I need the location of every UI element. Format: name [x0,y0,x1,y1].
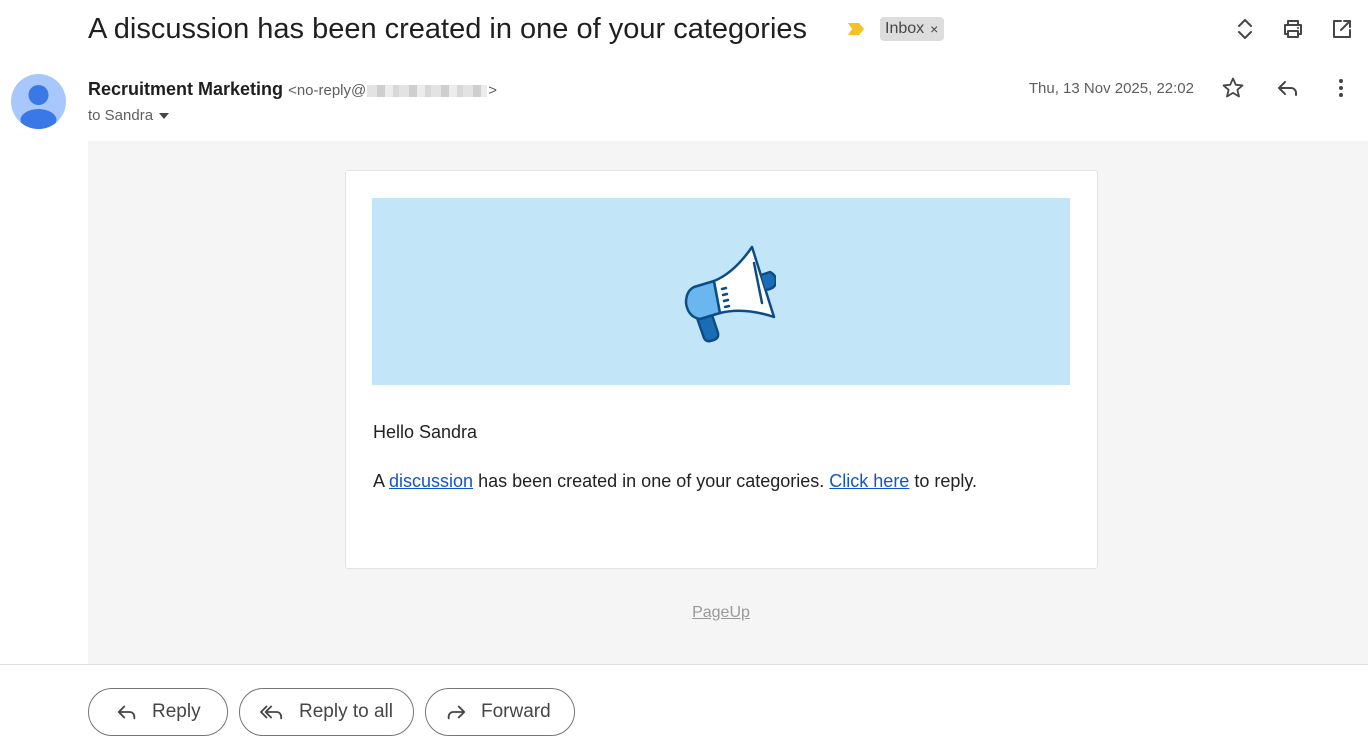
reply-icon[interactable] [1274,74,1302,102]
sender-avatar[interactable] [11,74,66,129]
megaphone-icon [684,245,776,342]
greeting-text: Hello Sandra [373,422,478,442]
expand-collapse-icon[interactable] [1232,16,1258,42]
reply-all-label: Reply to all [299,701,393,722]
open-in-new-window-icon[interactable] [1329,16,1355,42]
forward-button[interactable]: Forward [425,688,575,736]
reply-all-button[interactable]: Reply to all [239,688,414,736]
redacted-domain [367,85,488,98]
caret-down-icon [159,113,170,119]
reply-all-icon [258,700,286,724]
print-icon[interactable] [1280,16,1306,42]
forward-icon [444,700,468,724]
email-card: Hello Sandra A discussion has been creat… [345,170,1098,569]
email-subject: A discussion has been created in one of … [88,13,808,45]
sender-address: <no-reply@ > [288,82,498,99]
message-text: A discussion has been created in one of … [373,471,978,491]
reply-button[interactable]: Reply [88,688,228,736]
person-icon [20,85,57,129]
importance-marker-icon[interactable] [846,21,866,37]
recipient-details-toggle[interactable]: to Sandra [88,105,170,127]
forward-label: Forward [481,701,551,722]
more-options-icon[interactable] [1327,74,1355,102]
label-name: Inbox [885,20,925,37]
subject-row: A discussion has been created in one of … [0,0,1368,62]
reply-label: Reply [152,701,201,722]
sender-line: Recruitment Marketing <no-reply@ > [88,77,497,103]
inbox-label-chip: Inbox × [880,17,945,41]
banner [372,198,1070,385]
remove-label-button[interactable]: × [930,17,938,41]
star-icon[interactable] [1219,74,1247,102]
divider [0,664,1368,665]
click-here-link[interactable]: Click here [829,471,909,491]
recipient-label: to Sandra [88,107,154,124]
message-body: Hello Sandra A discussion has been creat… [88,141,1368,665]
discussion-link[interactable]: discussion [389,471,473,491]
email-date: Thu, 13 Nov 2025, 22:02 [1028,80,1194,97]
reply-icon [115,700,139,724]
sender-name[interactable]: Recruitment Marketing [88,79,283,99]
pageup-footer-link[interactable]: PageUp [88,604,1354,622]
